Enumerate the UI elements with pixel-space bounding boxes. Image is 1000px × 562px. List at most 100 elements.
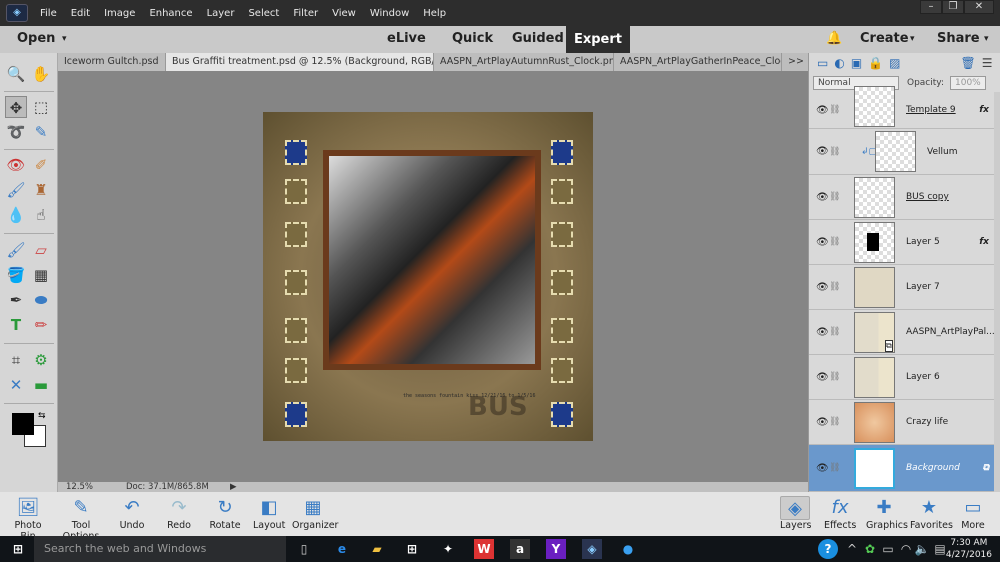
- menu-view[interactable]: View: [332, 8, 356, 19]
- link-icon[interactable]: ⛓: [829, 282, 840, 292]
- blur-tool-icon[interactable]: 💧: [5, 204, 27, 226]
- type-tool-icon[interactable]: T: [5, 314, 27, 336]
- eye-icon[interactable]: 👁: [816, 372, 829, 383]
- tray-chevron-icon[interactable]: ^: [842, 539, 862, 559]
- link-icon[interactable]: ⛓: [829, 105, 840, 115]
- menu-window[interactable]: Window: [370, 8, 409, 19]
- smart-brush-icon[interactable]: 🖌: [5, 179, 27, 201]
- rotate-button[interactable]: ↻ Rotate: [208, 496, 242, 531]
- redo-button[interactable]: ↷ Redo: [163, 496, 195, 531]
- create-button[interactable]: Create: [860, 31, 909, 46]
- file-explorer-icon[interactable]: ▰: [367, 539, 387, 559]
- straighten-tool-icon[interactable]: ▬: [30, 374, 52, 396]
- layers-scrollbar[interactable]: [994, 92, 1000, 492]
- recompose-tool-icon[interactable]: ⚙: [30, 349, 52, 371]
- lasso-tool-icon[interactable]: ➰: [5, 121, 27, 143]
- status-menu-arrow-icon[interactable]: ▶: [230, 482, 237, 492]
- mode-elive[interactable]: eLive: [387, 31, 426, 46]
- menu-layer[interactable]: Layer: [207, 8, 235, 19]
- lock-all-icon[interactable]: ▨: [889, 56, 900, 70]
- adjustment-layer-icon[interactable]: ◐: [834, 56, 844, 70]
- link-icon[interactable]: ⛓: [829, 192, 840, 202]
- eye-icon[interactable]: 👁: [816, 192, 829, 203]
- layer-mask-icon[interactable]: ▣: [851, 56, 862, 70]
- mode-quick[interactable]: Quick: [452, 31, 493, 46]
- browser-app-icon[interactable]: ●: [618, 539, 638, 559]
- eye-icon[interactable]: 👁: [816, 417, 829, 428]
- layout-button[interactable]: ◧ Layout: [253, 496, 285, 531]
- link-icon[interactable]: ⛓: [829, 147, 840, 157]
- help-icon[interactable]: ?: [818, 539, 838, 559]
- tab-gather-in-peace[interactable]: AASPN_ArtPlayGatherInPeace_ClockFa: [614, 53, 782, 71]
- layer-row-template-9[interactable]: 👁 ⛓ Template 9 fx: [809, 86, 995, 129]
- open-button[interactable]: Open: [17, 31, 55, 46]
- link-icon[interactable]: ⛓: [829, 417, 840, 427]
- tray-app-icon[interactable]: ✿: [860, 539, 880, 559]
- layer-row-bus-copy[interactable]: 👁 ⛓ BUS copy: [809, 175, 995, 220]
- eraser-tool-icon[interactable]: ▱: [30, 239, 52, 261]
- eye-icon[interactable]: 👁: [816, 105, 829, 116]
- hand-tool-icon[interactable]: ✋: [30, 63, 52, 85]
- marquee-tool-icon[interactable]: ⬚: [30, 96, 52, 118]
- eye-icon[interactable]: 👁: [816, 237, 829, 248]
- mode-expert[interactable]: Expert: [566, 26, 630, 53]
- eye-icon[interactable]: 👁: [816, 282, 829, 293]
- gradient-tool-icon[interactable]: ▦: [30, 264, 52, 286]
- tab-iceworm-gultch[interactable]: Iceworm Gultch.psd×: [58, 53, 166, 71]
- start-windows-icon[interactable]: ⊞: [8, 539, 28, 559]
- shape-tool-icon[interactable]: ⬬: [30, 289, 52, 311]
- panel-menu-icon[interactable]: ☰: [982, 56, 993, 70]
- swap-colors-icon[interactable]: ⇆: [38, 411, 46, 421]
- amazon-icon[interactable]: a: [510, 539, 530, 559]
- fx-icon[interactable]: fx: [979, 105, 989, 115]
- brush-tool-icon[interactable]: 🖌: [5, 239, 27, 261]
- clone-stamp-icon[interactable]: ♜: [30, 179, 52, 201]
- undo-button[interactable]: ↶ Undo: [116, 496, 148, 531]
- tabs-overflow-button[interactable]: >>: [782, 53, 808, 71]
- paint-bucket-icon[interactable]: 🪣: [5, 264, 27, 286]
- layer-row-aaspn-artplaypal[interactable]: 👁 ⛓ ⧉ AASPN_ArtPlayPal...: [809, 310, 995, 355]
- taskbar-clock[interactable]: 7:30 AM 4/27/2016: [946, 537, 992, 561]
- layer-row-vellum[interactable]: 👁 ⛓ ↲▢ Vellum: [809, 129, 995, 175]
- layer-row-crazy-life[interactable]: 👁 ⛓ Crazy life: [809, 400, 995, 445]
- zoom-tool-icon[interactable]: 🔍: [5, 63, 27, 85]
- foreground-color-swatch-top[interactable]: [12, 413, 34, 435]
- healing-brush-icon[interactable]: ✐: [30, 154, 52, 176]
- tab-bus-graffiti[interactable]: Bus Graffiti treatment.psd @ 12.5% (Back…: [166, 53, 434, 71]
- link-icon[interactable]: ⛓: [829, 463, 840, 473]
- move-tool-icon[interactable]: ✥: [5, 96, 27, 118]
- tab-autumn-rust-clock[interactable]: AASPN_ArtPlayAutumnRust_Clock.png×: [434, 53, 614, 71]
- pencil-tool-icon[interactable]: ✏: [30, 314, 52, 336]
- store-icon[interactable]: ⊞: [402, 539, 422, 559]
- menu-file[interactable]: File: [40, 8, 57, 19]
- quick-selection-tool-icon[interactable]: ✎: [30, 121, 52, 143]
- smudge-tool-icon[interactable]: ☝: [30, 204, 52, 226]
- eyedropper-icon[interactable]: ✒: [5, 289, 27, 311]
- new-layer-icon[interactable]: ▭: [817, 56, 828, 70]
- close-button[interactable]: ✕: [964, 0, 994, 14]
- mode-guided[interactable]: Guided: [512, 31, 564, 46]
- content-aware-move-icon[interactable]: ✕: [5, 374, 27, 396]
- delete-layer-icon[interactable]: 🗑: [960, 56, 975, 70]
- organizer-button[interactable]: ▦ Organizer: [292, 496, 338, 531]
- taskbar-search[interactable]: Search the web and Windows: [34, 536, 286, 562]
- menu-image[interactable]: Image: [104, 8, 135, 19]
- share-button[interactable]: Share: [937, 31, 980, 46]
- link-icon[interactable]: ⛓: [829, 237, 840, 247]
- photoshop-elements-taskbar-icon[interactable]: ◈: [582, 539, 602, 559]
- menu-edit[interactable]: Edit: [71, 8, 90, 19]
- open-dropdown-icon[interactable]: ▾: [62, 34, 67, 44]
- opacity-field[interactable]: 100%: [950, 75, 986, 90]
- lock-icon[interactable]: 🔒: [868, 56, 883, 70]
- red-eye-tool-icon[interactable]: 👁: [5, 154, 27, 176]
- edge-icon[interactable]: e: [332, 539, 352, 559]
- more-button[interactable]: ▭ More: [960, 496, 986, 531]
- menu-help[interactable]: Help: [423, 8, 446, 19]
- graphics-button[interactable]: ✚ Graphics: [866, 496, 908, 531]
- link-icon[interactable]: ⛓: [829, 372, 840, 382]
- layer-row-layer-5[interactable]: 👁 ⛓ Layer 5 fx: [809, 220, 995, 265]
- create-dropdown-icon[interactable]: ▾: [910, 34, 915, 44]
- fx-icon[interactable]: fx: [979, 237, 989, 247]
- zoom-level[interactable]: 12.5%: [66, 482, 93, 492]
- eye-icon[interactable]: 👁: [816, 327, 829, 338]
